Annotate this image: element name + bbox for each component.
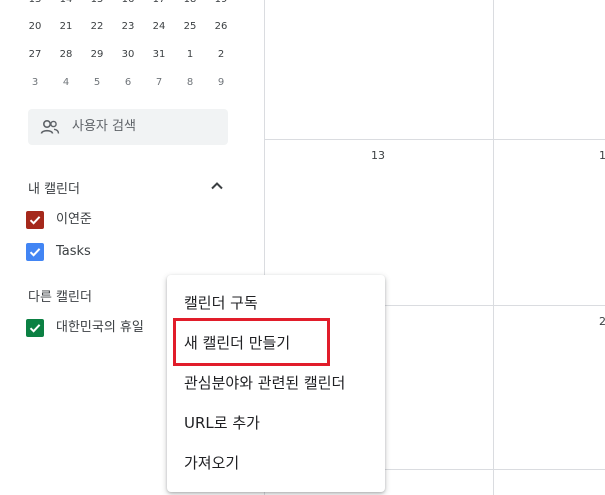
mini-calendar-day[interactable]: 25 (175, 17, 205, 37)
mini-calendar-day[interactable]: 30 (113, 45, 143, 65)
mini-calendar-day[interactable]: 6 (113, 73, 143, 93)
menu-item-import[interactable]: 가져오기 (167, 443, 385, 483)
mini-calendar-week: 20 21 22 23 24 25 26 (18, 17, 238, 37)
mini-calendar-day[interactable]: 1 (175, 45, 205, 65)
mini-calendar-day[interactable]: 4 (51, 73, 81, 93)
calendar-item-label: Tasks (56, 244, 91, 259)
mini-calendar-day[interactable]: 15 (82, 0, 112, 10)
menu-item-browse-interests[interactable]: 관심분야와 관련된 캘린더 (167, 363, 385, 403)
mini-calendar-day[interactable]: 19 (206, 0, 236, 10)
mini-calendar-day[interactable]: 23 (113, 17, 143, 37)
add-calendar-menu: 캘린더 구독 새 캘린더 만들기 관심분야와 관련된 캘린더 URL로 추가 가… (167, 275, 385, 492)
grid-line (493, 0, 494, 495)
grid-day-number[interactable]: 1 (599, 149, 605, 162)
other-calendars-heading[interactable]: 다른 캘린더 (28, 286, 92, 305)
mini-calendar-day[interactable]: 9 (206, 73, 236, 93)
mini-calendar-day[interactable]: 2 (206, 45, 236, 65)
grid-day-number[interactable]: 2 (599, 315, 605, 328)
mini-calendar-week: 27 28 29 30 31 1 2 (18, 45, 238, 65)
checkbox-checked-icon[interactable] (26, 211, 44, 229)
mini-calendar-week: 3 4 5 6 7 8 9 (18, 73, 238, 93)
mini-calendar-day[interactable]: 22 (82, 17, 112, 37)
checkbox-checked-icon[interactable] (26, 319, 44, 337)
mini-calendar-day[interactable]: 17 (144, 0, 174, 10)
mini-calendar-week: 13 14 15 16 17 18 19 (18, 0, 238, 10)
search-people-input[interactable]: 사용자 검색 (28, 109, 228, 145)
menu-item-add-by-url[interactable]: URL로 추가 (167, 403, 385, 443)
chevron-up-icon[interactable] (208, 177, 226, 195)
mini-calendar-day[interactable]: 13 (20, 0, 50, 10)
mini-calendar-day[interactable]: 16 (113, 0, 143, 10)
calendar-item-label: 이연준 (56, 212, 92, 227)
menu-item-subscribe[interactable]: 캘린더 구독 (167, 283, 385, 323)
my-calendars-heading[interactable]: 내 캘린더 (28, 178, 80, 197)
mini-calendar-day[interactable]: 29 (82, 45, 112, 65)
mini-calendar-day[interactable]: 20 (20, 17, 50, 37)
mini-calendar-day[interactable]: 14 (51, 0, 81, 10)
people-icon (40, 118, 60, 136)
highlight-box (173, 318, 330, 366)
search-people-label: 사용자 검색 (72, 119, 136, 134)
grid-day-number[interactable]: 13 (371, 149, 385, 162)
mini-calendar-day[interactable]: 8 (175, 73, 205, 93)
calendar-item-personal[interactable]: 이연준 (26, 209, 246, 231)
mini-calendar-day[interactable]: 27 (20, 45, 50, 65)
mini-calendar-day[interactable]: 28 (51, 45, 81, 65)
mini-calendar-day[interactable]: 7 (144, 73, 174, 93)
mini-calendar-day[interactable]: 18 (175, 0, 205, 10)
calendar-item-label: 대한민국의 휴일 (56, 320, 144, 335)
mini-calendar-day[interactable]: 21 (51, 17, 81, 37)
grid-line (264, 139, 605, 140)
mini-calendar-day[interactable]: 3 (20, 73, 50, 93)
calendar-item-tasks[interactable]: Tasks (26, 241, 246, 263)
mini-calendar-day[interactable]: 26 (206, 17, 236, 37)
mini-calendar-day[interactable]: 31 (144, 45, 174, 65)
mini-calendar-day[interactable]: 5 (82, 73, 112, 93)
checkbox-checked-icon[interactable] (26, 243, 44, 261)
mini-calendar-day[interactable]: 24 (144, 17, 174, 37)
